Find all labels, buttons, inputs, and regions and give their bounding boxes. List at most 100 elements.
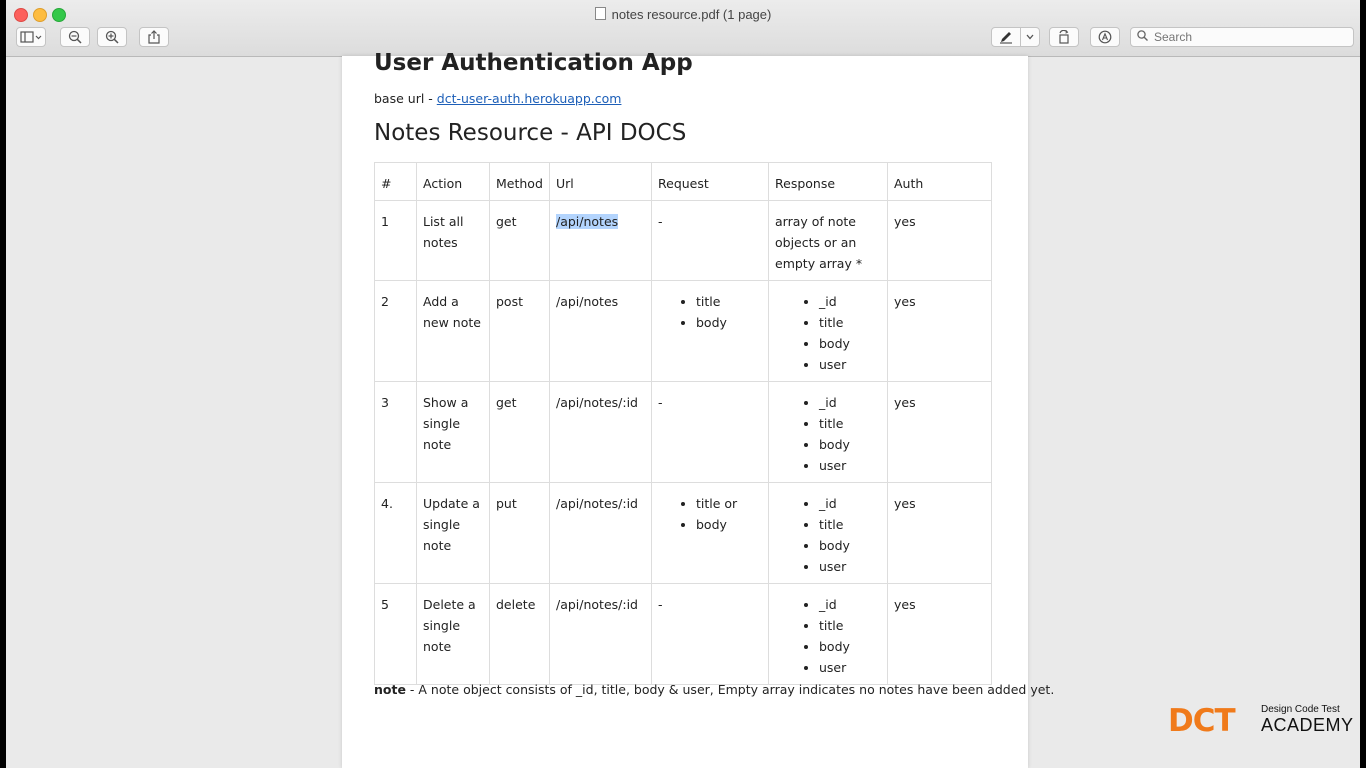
zoom-out-icon xyxy=(68,30,82,44)
table-row: 2 Add a new note post /api/notes title b… xyxy=(374,280,992,382)
cell-url: /api/notes/:id xyxy=(549,482,652,584)
cell-action: Add a new note xyxy=(416,280,490,382)
column-header: Response xyxy=(768,162,888,201)
pdf-page: User Authentication App base url - dct-u… xyxy=(342,50,1054,768)
rotate-button[interactable] xyxy=(1049,27,1079,47)
list-item: title or xyxy=(696,493,762,514)
cell-request: - xyxy=(651,583,769,685)
list-item: _id xyxy=(819,291,881,312)
response-list: _id title body user xyxy=(775,392,881,476)
table-row: 5 Delete a single note delete /api/notes… xyxy=(374,583,992,685)
list-item: title xyxy=(819,312,881,333)
cell-action: Delete a single note xyxy=(416,583,490,685)
annotate-button[interactable] xyxy=(1090,27,1120,47)
column-header: # xyxy=(374,162,417,201)
list-item: body xyxy=(819,333,881,354)
cell-url: /api/notes/:id xyxy=(549,583,652,685)
column-header: Auth xyxy=(887,162,992,201)
cell-url: /api/notes xyxy=(549,200,652,281)
sidebar-toggle-button[interactable] xyxy=(16,27,46,47)
search-field[interactable] xyxy=(1130,27,1354,47)
cell-auth: yes xyxy=(887,583,992,685)
cell-method: get xyxy=(489,381,550,483)
list-item: _id xyxy=(819,493,881,514)
cell-num: 4. xyxy=(374,482,417,584)
response-list: _id title body user xyxy=(775,291,881,375)
document-icon xyxy=(594,7,606,20)
logo-mark: DCT xyxy=(1168,703,1236,739)
list-item: user xyxy=(819,556,881,577)
zoom-out-button[interactable] xyxy=(60,27,90,47)
cell-url: /api/notes xyxy=(549,280,652,382)
base-url-label: base url - xyxy=(374,91,437,106)
zoom-in-button[interactable] xyxy=(97,27,127,47)
list-item: title xyxy=(819,413,881,434)
base-url-line: base url - dct-user-auth.herokuapp.com xyxy=(374,91,621,106)
cell-request: - xyxy=(651,381,769,483)
section-title: Notes Resource - API DOCS xyxy=(374,120,687,146)
pdf-viewer-window: notes resource.pdf (1 page) Search User … xyxy=(6,0,1360,768)
list-item: body xyxy=(696,312,762,333)
cell-method: post xyxy=(489,280,550,382)
search-input[interactable] xyxy=(1154,30,1334,44)
cell-method: put xyxy=(489,482,550,584)
cell-action: Show a single note xyxy=(416,381,490,483)
sidebar-icon xyxy=(20,31,42,43)
cell-request: - xyxy=(651,200,769,281)
api-table: # Action Method Url Request Response Aut… xyxy=(374,162,992,685)
list-item: title xyxy=(819,615,881,636)
request-list: title or body xyxy=(658,493,762,535)
table-row: 4. Update a single note put /api/notes/:… xyxy=(374,482,992,584)
list-item: body xyxy=(696,514,762,535)
footnote-text: - A note object consists of _id, title, … xyxy=(405,682,1055,697)
cell-method: get xyxy=(489,200,550,281)
annotate-icon xyxy=(1098,30,1112,44)
column-header: Method xyxy=(489,162,550,201)
list-item: body xyxy=(819,535,881,556)
cell-action: Update a single note xyxy=(416,482,490,584)
cell-request: title body xyxy=(651,280,769,382)
list-item: title xyxy=(696,291,762,312)
title-toolbar: notes resource.pdf (1 page) xyxy=(6,0,1360,57)
logo-tagline: Design Code Test xyxy=(1261,704,1340,715)
column-header: Action xyxy=(416,162,490,201)
academy-logo: DCT Design Code Test ACADEMY xyxy=(1168,703,1353,740)
table-row: 3 Show a single note get /api/notes/:id … xyxy=(374,381,992,483)
list-item: title xyxy=(819,514,881,535)
window-title: notes resource.pdf (1 page) xyxy=(6,7,1360,22)
table-header-row: # Action Method Url Request Response Aut… xyxy=(374,162,992,201)
footnote-label: note xyxy=(374,682,406,697)
cell-auth: yes xyxy=(887,280,992,382)
cell-num: 3 xyxy=(374,381,417,483)
response-list: _id title body user xyxy=(775,594,881,678)
share-icon xyxy=(148,30,160,44)
cell-url: /api/notes/:id xyxy=(549,381,652,483)
cell-response: _id title body user xyxy=(768,482,888,584)
logo-academy: ACADEMY xyxy=(1261,715,1354,735)
request-list: title body xyxy=(658,291,762,333)
list-item: body xyxy=(819,636,881,657)
list-item: user xyxy=(819,354,881,375)
cell-method: delete xyxy=(489,583,550,685)
footnote: note - A note object consists of _id, ti… xyxy=(374,682,1054,697)
list-item: user xyxy=(819,455,881,476)
cell-auth: yes xyxy=(887,200,992,281)
rotate-icon xyxy=(1059,30,1069,44)
cell-num: 2 xyxy=(374,280,417,382)
zoom-in-icon xyxy=(105,30,119,44)
share-button[interactable] xyxy=(139,27,169,47)
base-url-link[interactable]: dct-user-auth.herokuapp.com xyxy=(437,91,622,106)
markup-menu-button[interactable] xyxy=(1020,27,1040,47)
chevron-down-icon xyxy=(1026,34,1034,40)
list-item: _id xyxy=(819,594,881,615)
cell-action: List all notes xyxy=(416,200,490,281)
cell-response: _id title body user xyxy=(768,381,888,483)
page-title: User Authentication App xyxy=(374,50,693,76)
list-item: body xyxy=(819,434,881,455)
markup-button[interactable] xyxy=(991,27,1021,47)
cell-response: array of note objects or an empty array … xyxy=(768,200,888,281)
table-row: 1 List all notes get /api/notes - array … xyxy=(374,200,992,281)
cell-auth: yes xyxy=(887,482,992,584)
cell-response: _id title body user xyxy=(768,583,888,685)
selected-url-text[interactable]: /api/notes xyxy=(556,214,619,229)
